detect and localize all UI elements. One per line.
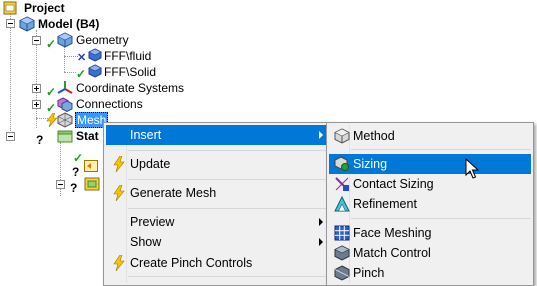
method-cube-icon bbox=[334, 128, 350, 144]
menu-item-create-pinch-controls[interactable]: Create Pinch Controls bbox=[106, 253, 329, 273]
tree-connector bbox=[10, 14, 11, 135]
geometry-cube-icon bbox=[57, 32, 73, 48]
menu-item-contact-sizing[interactable]: Contact Sizing bbox=[329, 174, 531, 194]
tree-connector bbox=[64, 46, 65, 72]
question-status-icon: ? bbox=[36, 133, 44, 147]
menu-separator bbox=[128, 179, 329, 180]
analysis-icon bbox=[57, 128, 73, 144]
body-cube-icon bbox=[88, 64, 102, 78]
mouse-cursor-icon bbox=[465, 157, 480, 180]
question-status-icon: ? bbox=[70, 181, 78, 195]
match-control-icon bbox=[334, 245, 350, 261]
collapse-toggle[interactable] bbox=[6, 19, 15, 28]
solution-icon bbox=[84, 176, 100, 192]
menu-item-label: Insert bbox=[130, 128, 162, 142]
menu-item-match-control[interactable]: Match Control bbox=[329, 243, 531, 263]
menu-separator bbox=[351, 218, 531, 219]
menu-item-label: Show bbox=[130, 235, 162, 249]
contact-sizing-icon bbox=[334, 176, 350, 192]
menu-item-label: Refinement bbox=[353, 197, 417, 211]
project-icon bbox=[3, 1, 17, 15]
lightning-icon bbox=[111, 184, 127, 202]
tree-item-project[interactable]: Project bbox=[24, 0, 65, 16]
connections-icon bbox=[57, 96, 73, 113]
menu-item-sizing[interactable]: Sizing bbox=[329, 154, 531, 174]
checkmark-icon: ✓ bbox=[46, 85, 57, 99]
submenu-arrow-icon bbox=[319, 218, 323, 226]
menu-item-label: Face Meshing bbox=[353, 226, 432, 240]
collapse-toggle[interactable] bbox=[56, 180, 65, 189]
body-cube-icon bbox=[88, 48, 102, 62]
checkmark-icon: ✓ bbox=[73, 151, 84, 165]
lightning-icon bbox=[111, 155, 127, 173]
menu-separator bbox=[351, 149, 531, 150]
menu-item-refinement[interactable]: Refinement bbox=[329, 194, 531, 214]
menu-item-label: Match Control bbox=[353, 246, 431, 260]
menu-separator bbox=[128, 150, 329, 151]
tree-connector bbox=[64, 72, 76, 73]
tree-connector bbox=[64, 56, 78, 57]
checkmark-icon: ✓ bbox=[46, 37, 57, 51]
menu-item-label: Contact Sizing bbox=[353, 177, 434, 191]
menu-item-insert[interactable]: Insert bbox=[106, 125, 329, 145]
menu-item-generate-mesh[interactable]: Generate Mesh bbox=[106, 183, 329, 203]
tree-item-geometry[interactable]: Geometry bbox=[76, 32, 129, 48]
suppressed-x-icon: ✕ bbox=[77, 52, 87, 64]
expand-toggle[interactable] bbox=[32, 100, 41, 109]
question-status-icon: ? bbox=[72, 165, 80, 179]
submenu-arrow-icon bbox=[319, 131, 323, 139]
context-menu: Insert Update Generate Mesh Preview Show… bbox=[103, 122, 332, 286]
menu-item-label: Generate Mesh bbox=[130, 186, 217, 200]
sizing-icon bbox=[334, 156, 350, 172]
menu-item-label: Update bbox=[130, 157, 171, 171]
menu-item-label: Preview bbox=[130, 215, 175, 229]
menu-item-face-meshing[interactable]: Face Meshing bbox=[329, 223, 531, 243]
menu-item-preview[interactable]: Preview bbox=[106, 212, 329, 232]
menu-separator bbox=[128, 208, 329, 209]
face-meshing-grid-icon bbox=[334, 225, 350, 241]
menu-item-label: Sizing bbox=[353, 157, 388, 171]
menu-item-label: Method bbox=[353, 129, 395, 143]
mesh-icon bbox=[57, 112, 73, 128]
menu-item-label: Pinch bbox=[353, 266, 385, 280]
pinch-icon bbox=[334, 265, 350, 281]
insert-submenu: Method Sizing Contact Sizing Refinement … bbox=[326, 122, 534, 286]
menu-item-pinch[interactable]: Pinch bbox=[329, 263, 531, 283]
checkmark-icon: ✓ bbox=[76, 67, 87, 81]
model-cube-icon bbox=[19, 16, 35, 32]
menu-item-method[interactable]: Method bbox=[329, 126, 531, 146]
tree-item-static-structural[interactable]: Stat bbox=[76, 128, 99, 144]
tree-item-solid[interactable]: FFF\Solid bbox=[104, 64, 156, 80]
menu-item-label: Create Pinch Controls bbox=[130, 256, 253, 270]
expand-toggle[interactable] bbox=[32, 84, 41, 93]
collapse-toggle[interactable] bbox=[32, 36, 41, 45]
collapse-toggle[interactable] bbox=[6, 132, 15, 141]
tree-item-coordinate-systems[interactable]: Coordinate Systems bbox=[76, 80, 184, 96]
tree-item-model[interactable]: Model (B4) bbox=[38, 16, 99, 32]
refinement-triangle-icon bbox=[334, 195, 350, 212]
menu-item-show[interactable]: Show bbox=[106, 232, 329, 252]
submenu-arrow-icon bbox=[319, 238, 323, 246]
coordinate-axes-icon bbox=[57, 80, 73, 96]
menu-separator bbox=[128, 276, 329, 277]
analysis-settings-icon bbox=[84, 160, 98, 172]
lightning-icon bbox=[111, 254, 127, 272]
tree-item-connections[interactable]: Connections bbox=[76, 96, 143, 112]
menu-item-update[interactable]: Update bbox=[106, 154, 329, 174]
tree-item-fluid[interactable]: FFF\fluid bbox=[104, 48, 151, 64]
